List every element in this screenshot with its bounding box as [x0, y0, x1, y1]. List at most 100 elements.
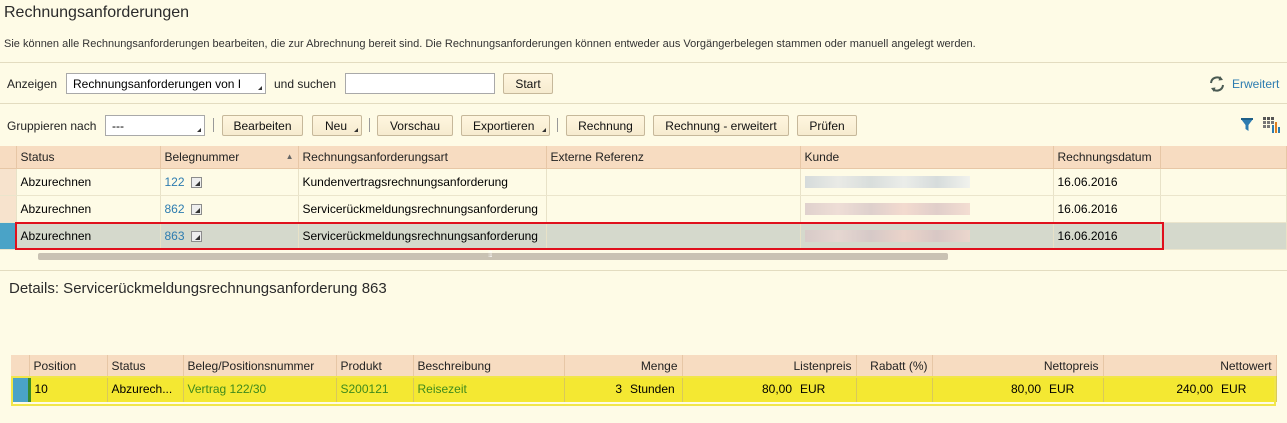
cell-discount: [856, 376, 933, 402]
and-search-label: und suchen: [274, 77, 337, 91]
cell-type: Servicerückmeldungsrechnungsanforderung: [298, 195, 547, 223]
cell-filler: [1160, 195, 1287, 223]
filter-icon[interactable]: [1240, 117, 1254, 133]
cell-position: 10: [29, 376, 108, 402]
scrollbar-grip-icon: ⁞⁞⁞: [488, 250, 493, 259]
new-button-label: Neu: [325, 119, 348, 133]
row-selector[interactable]: [0, 168, 17, 196]
details-row-selector-header[interactable]: [11, 355, 30, 376]
invoice-extended-button[interactable]: Rechnung - erweitert: [653, 115, 789, 136]
table-settings-icon[interactable]: [1263, 117, 1280, 133]
new-button[interactable]: Neu: [312, 115, 362, 136]
cell-number: 122: [160, 168, 299, 196]
dropdown-arrow-icon: [258, 86, 262, 90]
show-select[interactable]: Rechnungsanforderungen von I: [66, 73, 266, 94]
row-menu-icon[interactable]: [190, 203, 202, 215]
details-header-row: Position Status Beleg/Positionsnummer Pr…: [11, 355, 1277, 376]
column-header-position[interactable]: Position: [29, 355, 108, 376]
group-by-label: Gruppieren nach: [7, 119, 97, 133]
table-row[interactable]: Abzurechnen 122 Kundenvertragsrechnungsa…: [0, 168, 1287, 196]
group-by-select[interactable]: ---: [105, 115, 205, 136]
cell-list-price-currency: EUR: [796, 376, 857, 402]
details-title: Details: Servicerückmeldungsrechnungsanf…: [9, 280, 387, 297]
column-header-product[interactable]: Produkt: [336, 355, 414, 376]
table-row[interactable]: Abzurechnen 862 Servicerückmeldungsrechn…: [0, 195, 1287, 223]
group-by-value: ---: [112, 119, 124, 133]
preview-button[interactable]: Vorschau: [377, 115, 453, 136]
export-button[interactable]: Exportieren: [461, 115, 550, 136]
details-table: Position Status Beleg/Positionsnummer Pr…: [11, 355, 1277, 402]
document-number-link[interactable]: 122: [165, 175, 185, 189]
cell-filler: [1160, 168, 1287, 196]
invoice-button[interactable]: Rechnung: [566, 115, 645, 136]
toolbar-separator: [213, 118, 214, 132]
cell-date: 16.06.2016: [1053, 195, 1161, 223]
cell-net-price-currency: EUR: [1045, 376, 1104, 402]
highlight-frame: [15, 222, 1164, 250]
horizontal-scrollbar[interactable]: ⁞⁞⁞: [38, 250, 948, 260]
cell-quantity: 3: [564, 376, 626, 402]
cell-filler: [1160, 222, 1287, 250]
start-button[interactable]: Start: [503, 73, 553, 94]
divider: [0, 103, 1287, 104]
column-header-net-price[interactable]: Nettopreis: [932, 355, 1104, 376]
cell-customer: [800, 195, 1054, 223]
cell-list-price: 80,00: [682, 376, 797, 402]
divider: [0, 270, 1287, 271]
redacted-customer: [804, 203, 970, 216]
redacted-customer: [804, 176, 970, 189]
column-header-description[interactable]: Beschreibung: [413, 355, 565, 376]
cell-net-value: 240,00: [1103, 376, 1218, 402]
cell-quantity-unit: Stunden: [626, 376, 683, 402]
advanced-link[interactable]: Erweitert: [1232, 77, 1279, 91]
check-button[interactable]: Prüfen: [797, 115, 857, 136]
column-header-item-status[interactable]: Status: [107, 355, 184, 376]
page-title: Rechnungsanforderungen: [4, 4, 190, 21]
column-header-net-value[interactable]: Nettowert: [1103, 355, 1277, 376]
row-selector[interactable]: [0, 222, 17, 250]
column-header-number[interactable]: Belegnummer ▲: [160, 146, 299, 169]
cell-external-ref: [546, 168, 801, 196]
details-row-selector[interactable]: [11, 376, 31, 402]
cell-reference[interactable]: Vertrag 122/30: [183, 376, 337, 402]
row-selector-header[interactable]: [0, 146, 17, 169]
cell-item-status: Abzurech...: [107, 376, 184, 402]
export-button-label: Exportieren: [473, 119, 535, 133]
edit-button[interactable]: Bearbeiten: [222, 115, 303, 136]
document-number-link[interactable]: 862: [165, 202, 185, 216]
table-row-selected[interactable]: 10 Abzurech... Vertrag 122/30 S200121 Re…: [11, 376, 1277, 402]
column-header-number-label: Belegnummer: [164, 149, 240, 164]
cell-number: 862: [160, 195, 299, 223]
cell-status: Abzurechnen: [16, 195, 161, 223]
show-select-value: Rechnungsanforderungen von I: [73, 77, 242, 91]
row-selector[interactable]: [0, 195, 17, 223]
column-header-filler: [1160, 146, 1287, 169]
sort-ascending-icon: ▲: [285, 151, 294, 161]
column-header-discount[interactable]: Rabatt (%): [856, 355, 933, 376]
column-header-customer[interactable]: Kunde: [800, 146, 1054, 169]
row-menu-icon[interactable]: [190, 176, 202, 188]
column-header-type[interactable]: Rechnungsanforderungsart: [298, 146, 547, 169]
toolbar-separator: [557, 118, 558, 132]
toolbar-separator: [369, 118, 370, 132]
column-header-date[interactable]: Rechnungsdatum: [1053, 146, 1161, 169]
dropdown-arrow-icon: [354, 128, 358, 132]
search-input[interactable]: [345, 73, 495, 94]
cell-status: Abzurechnen: [16, 168, 161, 196]
cell-date: 16.06.2016: [1053, 168, 1161, 196]
column-header-list-price[interactable]: Listenpreis: [682, 355, 857, 376]
cell-net-price: 80,00: [932, 376, 1046, 402]
column-header-external-ref[interactable]: Externe Referenz: [546, 146, 801, 169]
column-header-status[interactable]: Status: [16, 146, 161, 169]
page-description: Sie können alle Rechnungsanforderungen b…: [4, 38, 976, 50]
column-header-reference[interactable]: Beleg/Positionsnummer: [183, 355, 337, 376]
divider: [0, 62, 1287, 63]
column-header-quantity[interactable]: Menge: [564, 355, 683, 376]
cell-product[interactable]: S200121: [336, 376, 414, 402]
refresh-icon[interactable]: [1208, 75, 1226, 93]
cell-net-value-currency: EUR: [1217, 376, 1277, 402]
dropdown-arrow-icon: [542, 128, 546, 132]
dropdown-arrow-icon: [197, 128, 201, 132]
list-header-row: Status Belegnummer ▲ Rechnungsanforderung…: [0, 146, 1287, 169]
cell-description[interactable]: Reisezeit: [413, 376, 565, 402]
